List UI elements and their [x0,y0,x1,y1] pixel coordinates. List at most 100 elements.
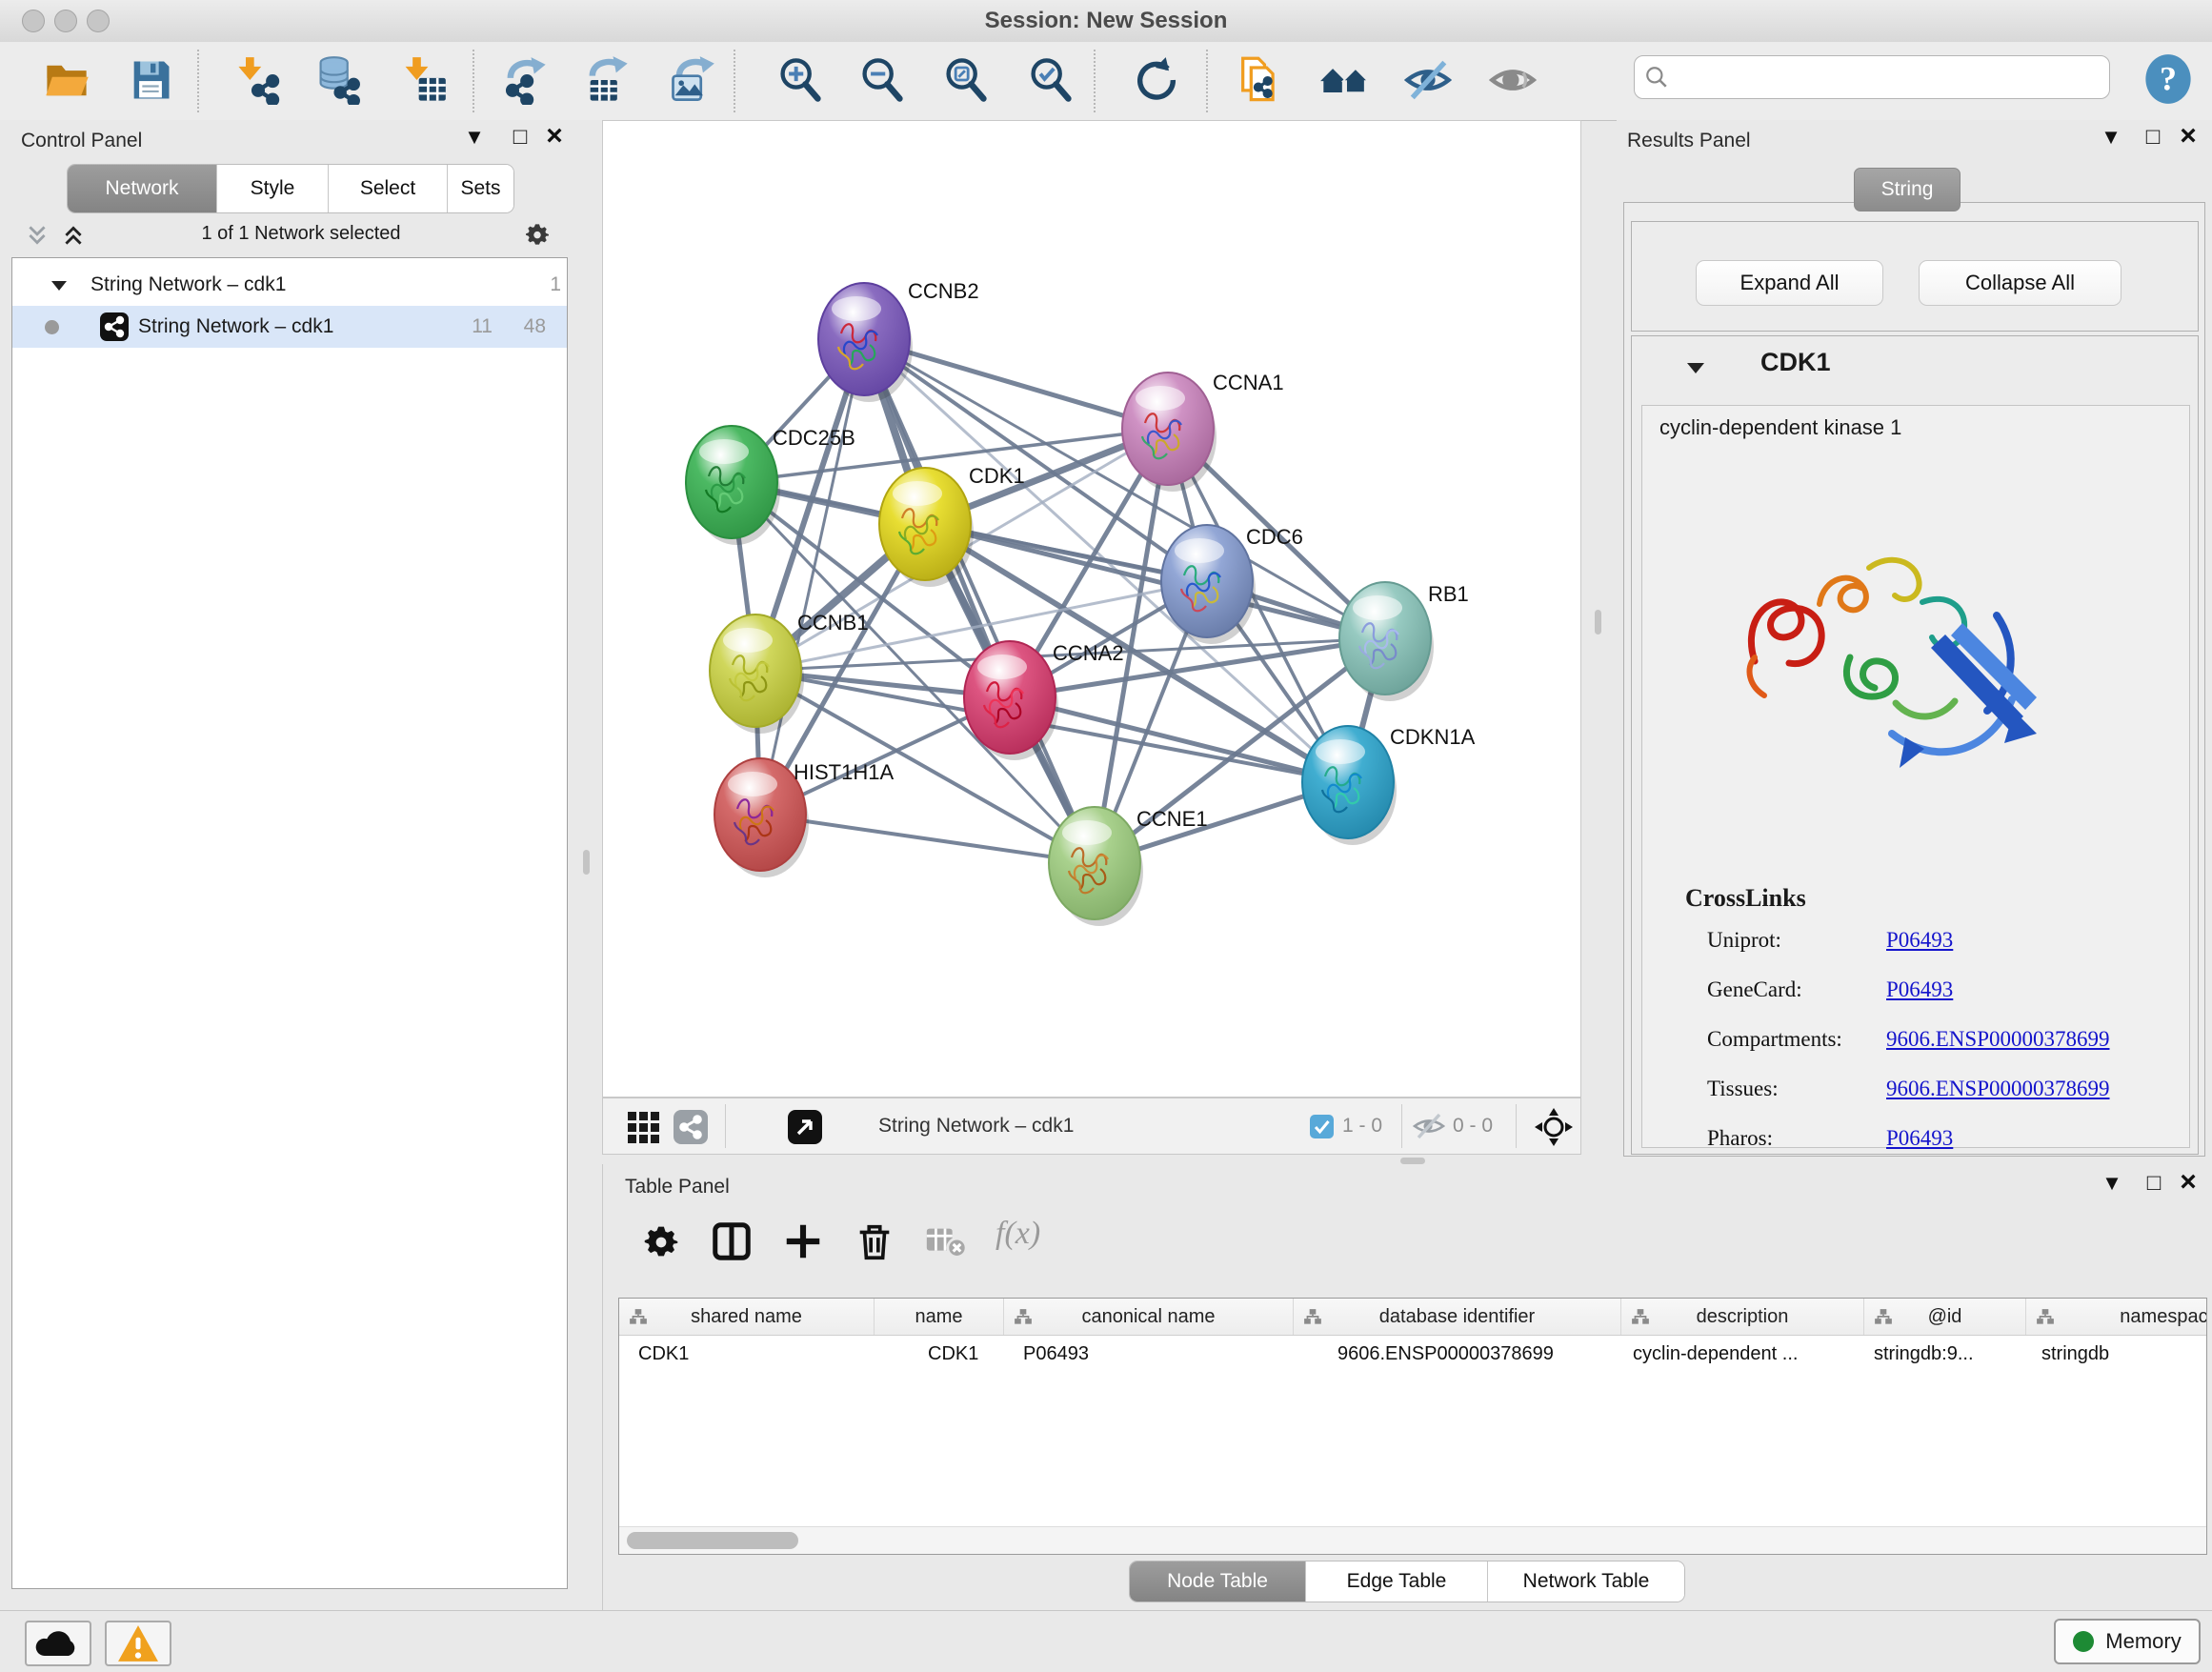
network-graph[interactable]: CCNB2CCNA1CDC25BCDK1CDC6RB1CCNB1CCNA2CDK… [603,121,1580,1097]
protein-collapse-icon[interactable] [1686,361,1705,375]
help-icon[interactable]: ? [2142,53,2194,105]
network-node-CCNB2[interactable] [818,283,913,402]
zoom-fit-icon[interactable] [941,55,991,105]
collection-expand-icon[interactable] [50,279,68,292]
scrollbar-thumb[interactable] [627,1532,798,1549]
network-view-share-icon[interactable] [674,1110,708,1144]
table-panel-close-icon[interactable]: × [2175,1170,2202,1197]
tab-network-table[interactable]: Network Table [1488,1561,1684,1601]
crosslink-compartments-link[interactable]: 9606.ENSP00000378699 [1886,1027,2110,1052]
column-label: database identifier [1379,1306,1535,1328]
table-horizontal-scrollbar[interactable] [619,1526,2206,1554]
delete-column-trash-icon[interactable] [853,1219,896,1263]
detach-view-icon[interactable] [788,1110,822,1144]
left-splitter-handle[interactable] [583,850,590,875]
zoom-out-icon[interactable] [857,55,907,105]
collapse-all-button[interactable]: Collapse All [1919,260,2122,306]
crosslinks-heading: CrossLinks [1685,884,1806,913]
tab-style[interactable]: Style [217,165,329,212]
table-panel-menu-icon[interactable]: ▼ [2099,1170,2125,1197]
table-panel-float-icon[interactable]: □ [2141,1170,2167,1197]
function-builder-icon-disabled[interactable]: f(x) [995,1216,1081,1263]
open-session-icon[interactable] [42,55,91,105]
show-columns-icon[interactable] [710,1219,754,1263]
network-node-CCNE1[interactable] [1049,807,1143,926]
crosslink-genecard-link[interactable]: P06493 [1886,977,1953,1002]
network-node-CCNA1[interactable] [1122,373,1217,492]
results-panel-float-icon[interactable]: □ [2140,124,2166,151]
search-input[interactable] [1669,66,2100,90]
horizontal-splitter-handle[interactable] [1400,1158,1425,1164]
network-node-CDC25B[interactable] [686,426,780,545]
right-splitter-handle[interactable] [1595,610,1601,635]
export-network-icon[interactable] [500,55,550,105]
show-graphics-details-icon[interactable] [1488,55,1538,105]
table-row[interactable]: CDK1 CDK1 P06493 9606.ENSP00000378699 cy… [619,1336,2206,1372]
window-titlebar: Session: New Session [0,0,2212,43]
table-panel-title: Table Panel [625,1176,730,1199]
paste-style-icon[interactable] [1235,55,1284,105]
column-header-name[interactable]: name [875,1299,1004,1335]
control-panel-menu-icon[interactable]: ▼ [461,124,488,151]
results-panel-close-icon[interactable]: × [2175,124,2202,151]
zoom-in-icon[interactable] [775,55,825,105]
control-panel-float-icon[interactable]: □ [507,124,533,151]
apply-layout-icon[interactable] [1132,55,1181,105]
crosslink-label: Uniprot: [1707,928,1781,953]
column-header-namespace[interactable]: namespace [2026,1299,2207,1335]
warning-status-button[interactable] [105,1621,171,1666]
table-options-gear-icon[interactable] [639,1219,683,1263]
column-header-database-identifier[interactable]: database identifier [1294,1299,1621,1335]
expand-all-button[interactable]: Expand All [1696,260,1883,306]
crosslink-tissues-link[interactable]: 9606.ENSP00000378699 [1886,1077,2110,1101]
network-node-CDC6[interactable] [1161,525,1256,644]
network-canvas[interactable]: CCNB2CCNA1CDC25BCDK1CDC6RB1CCNB1CCNA2CDK… [602,120,1581,1098]
column-header-canonical-name[interactable]: canonical name [1004,1299,1294,1335]
export-image-icon[interactable] [667,55,716,105]
network-node-RB1[interactable] [1339,582,1434,701]
save-session-icon[interactable] [126,55,175,105]
network-collection-label: String Network – cdk1 [90,264,286,306]
memory-button[interactable]: Memory [2054,1619,2201,1664]
control-panel-title: Control Panel [21,130,142,152]
tab-network[interactable]: Network [68,165,217,212]
cloud-status-button[interactable] [25,1621,91,1666]
grid-view-icon[interactable] [626,1110,660,1144]
tree-column-icon [1631,1308,1650,1325]
hide-unhide-icon[interactable] [1403,55,1453,105]
network-edge[interactable] [925,524,1385,638]
network-node-CCNB1[interactable] [710,614,804,734]
tab-edge-table[interactable]: Edge Table [1306,1561,1488,1601]
crosslink-pharos-link[interactable]: P06493 [1886,1126,1953,1151]
column-header-id[interactable]: @id [1864,1299,2026,1335]
toolbar-search-field[interactable] [1634,55,2110,99]
crosslink-uniprot-link[interactable]: P06493 [1886,928,1953,953]
tab-node-table[interactable]: Node Table [1130,1561,1306,1601]
network-options-gear-icon[interactable] [522,219,553,250]
birds-eye-crosshair-icon[interactable] [1533,1106,1575,1148]
export-table-icon[interactable] [582,55,632,105]
import-network-file-icon[interactable] [233,55,283,105]
column-header-description[interactable]: description [1621,1299,1864,1335]
tab-sets[interactable]: Sets [448,165,513,212]
zoom-selected-icon[interactable] [1026,55,1076,105]
import-network-database-icon[interactable] [313,55,363,105]
network-row-selected[interactable]: String Network – cdk1 11 48 [12,306,567,348]
delete-table-icon-disabled[interactable] [923,1219,967,1263]
add-column-icon[interactable] [781,1219,825,1263]
network-node-CDK1[interactable] [879,468,974,587]
tab-select[interactable]: Select [329,165,448,212]
column-header-shared-name[interactable]: shared name [619,1299,875,1335]
hidden-eye-icon[interactable] [1413,1112,1445,1140]
network-edge[interactable] [760,815,1095,863]
tab-string-results[interactable]: String [1854,168,1961,212]
network-collection-row[interactable]: String Network – cdk1 1 [12,264,567,306]
network-node-CDKN1A[interactable] [1302,726,1397,845]
control-panel-close-icon[interactable]: × [541,124,568,151]
results-panel-menu-icon[interactable]: ▼ [2098,124,2124,151]
selected-checkbox-icon[interactable] [1310,1115,1334,1138]
home-networks-icon[interactable] [1319,55,1369,105]
import-table-icon[interactable] [398,55,448,105]
network-edge[interactable] [864,339,1095,863]
network-edge[interactable] [760,339,864,815]
